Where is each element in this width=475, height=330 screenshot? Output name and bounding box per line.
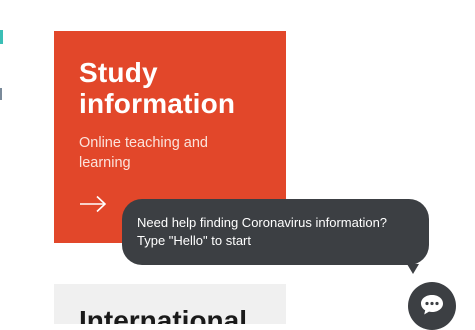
chat-prompt-line2: Type "Hello" to start xyxy=(137,233,251,248)
chat-prompt-line1: Need help finding Coronavirus informatio… xyxy=(137,215,388,230)
international-card-title: International xyxy=(79,305,248,324)
study-card-title-line1: Study xyxy=(79,57,158,88)
chat-bubble-tail xyxy=(407,264,419,274)
chat-launcher-button[interactable] xyxy=(408,282,456,330)
left-edge-accent-2 xyxy=(0,88,2,100)
arrow-right-icon[interactable] xyxy=(79,195,107,213)
chat-prompt-bubble[interactable]: Need help finding Coronavirus informatio… xyxy=(122,199,429,274)
chat-bubble-icon xyxy=(421,295,443,315)
left-edge-accent xyxy=(0,30,3,44)
study-card-title: Study information xyxy=(79,57,262,119)
study-card-title-line2: information xyxy=(79,88,236,119)
study-card-subtitle: Online teaching and learning xyxy=(79,135,208,171)
international-card[interactable]: International xyxy=(54,284,286,324)
